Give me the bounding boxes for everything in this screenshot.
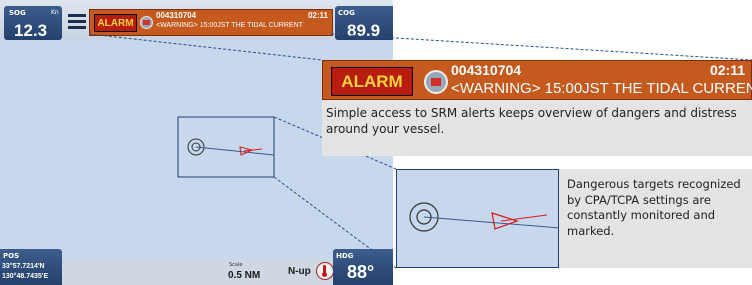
targets-description-box: Dangerous targets recognized by CPA/TCPA… xyxy=(559,169,752,268)
alarm-time-zoomed: 02:11 xyxy=(709,62,745,78)
alarm-button-zoomed: ALARM xyxy=(331,67,413,96)
message-icon-zoomed xyxy=(424,70,448,94)
alarm-banner-zoomed: ALARM 004310704 02:11 <WARNING> 15:00JST… xyxy=(322,60,752,100)
target-zoom-graphic xyxy=(409,202,561,232)
targets-callout: Dangerous targets recognized by CPA/TCPA… xyxy=(396,169,752,268)
srm-callout: ALARM 004310704 02:11 <WARNING> 15:00JST… xyxy=(322,60,752,160)
target-zoom-view xyxy=(396,169,561,268)
srm-description-box: Simple access to SRM alerts keeps overvi… xyxy=(322,100,752,156)
alarm-mmsi-zoomed: 004310704 xyxy=(451,62,522,78)
alarm-message-zoomed: <WARNING> 15:00JST THE TIDAL CURRENT xyxy=(451,80,752,97)
srm-description: Simple access to SRM alerts keeps overvi… xyxy=(326,106,737,137)
targets-description: Dangerous targets recognized by CPA/TCPA… xyxy=(567,177,741,238)
heading-line-zoomed xyxy=(423,216,561,229)
